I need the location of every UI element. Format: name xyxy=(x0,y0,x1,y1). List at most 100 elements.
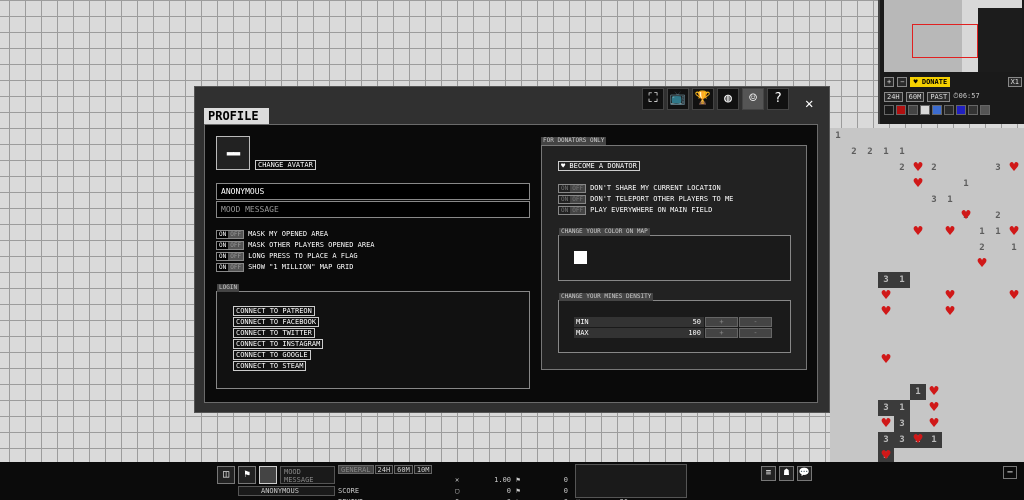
mode-tab[interactable]: GENERAL xyxy=(338,465,374,474)
login-link[interactable]: CONNECT TO TWITTER xyxy=(233,328,315,338)
flag-icon[interactable]: ♥ xyxy=(910,224,926,240)
flag-icon[interactable]: ♥ xyxy=(910,176,926,192)
cell-number[interactable]: 1 xyxy=(942,192,958,208)
cell-number[interactable]: 2 xyxy=(926,160,942,176)
trophy-icon[interactable]: 🏆 xyxy=(692,88,714,110)
density-max-minus-button[interactable]: - xyxy=(739,328,772,338)
player-color-swatch[interactable] xyxy=(884,105,894,115)
cell-number[interactable]: 3 xyxy=(894,432,910,448)
flag-icon[interactable]: ♥ xyxy=(1006,288,1022,304)
cell-number[interactable]: 3 xyxy=(926,192,942,208)
color-icon[interactable] xyxy=(259,466,277,484)
minimap-viewport[interactable] xyxy=(912,24,978,58)
zoom-out-button[interactable]: − xyxy=(897,77,908,87)
cell-number[interactable]: 1 xyxy=(878,144,894,160)
help-icon[interactable]: ? xyxy=(767,88,789,110)
stat-label: SCORE xyxy=(338,487,360,495)
zoom-in-button[interactable]: + xyxy=(884,77,895,87)
setting-0-toggle[interactable]: ON OFF xyxy=(216,229,245,239)
donor-setting-0-toggle[interactable]: ON OFF xyxy=(558,183,587,193)
cell-number[interactable]: 1 xyxy=(1006,240,1022,256)
donor-setting-1-toggle[interactable]: ON OFF xyxy=(558,194,587,204)
mode-tab[interactable]: 10M xyxy=(413,465,433,474)
flag-icon[interactable]: ♥ xyxy=(878,416,894,432)
filter-60m[interactable]: 60M xyxy=(905,92,925,102)
flag-icon[interactable]: ♥ xyxy=(878,352,894,368)
cell-number[interactable]: 2 xyxy=(894,160,910,176)
avatar[interactable]: ▬▬ xyxy=(216,136,250,170)
expand-icon[interactable]: ⛶ xyxy=(642,88,664,110)
cell-number[interactable]: 1 xyxy=(894,144,910,160)
cell-number[interactable]: 1 xyxy=(894,400,910,416)
flag-icon[interactable]: ♥ xyxy=(942,304,958,320)
cell-number[interactable]: 1 xyxy=(990,224,1006,240)
flag-icon[interactable]: ♥ xyxy=(974,256,990,272)
login-link[interactable]: CONNECT TO GOOGLE xyxy=(233,350,311,360)
flag-icon[interactable]: ⚑ xyxy=(238,466,256,484)
player-color-swatch[interactable] xyxy=(980,105,990,115)
setting-3-toggle[interactable]: ON OFF xyxy=(216,262,245,272)
flag-icon[interactable]: ♥ xyxy=(910,432,926,448)
minimap-filters: 24H 60M PAST ⏱06:57 xyxy=(884,92,1022,102)
player-color-swatch[interactable] xyxy=(908,105,918,115)
mood-message-field[interactable]: MOOD MESSAGE xyxy=(216,201,530,218)
flag-icon[interactable]: ♥ xyxy=(958,208,974,224)
menu-icon[interactable]: ≡ xyxy=(761,466,776,481)
become-donator-button[interactable]: ♥ BECOME A DONATOR xyxy=(558,161,640,171)
chat-icon[interactable]: 💬 xyxy=(797,466,812,481)
mode-tab[interactable]: 24H xyxy=(374,465,394,474)
player-color-swatch[interactable] xyxy=(920,105,930,115)
mode-tab[interactable]: 60M xyxy=(394,465,413,474)
setting-2-toggle[interactable]: ON OFF xyxy=(216,251,245,261)
flag-icon[interactable]: ♥ xyxy=(926,416,942,432)
name-box[interactable]: ANONYMOUS xyxy=(238,486,335,496)
change-avatar-button[interactable]: CHANGE AVATAR xyxy=(255,160,316,170)
timer: ⏱06:57 xyxy=(953,92,980,100)
player-icon[interactable]: ☗ xyxy=(779,466,794,481)
cell-number[interactable]: 3 xyxy=(990,160,1006,176)
cell-number[interactable]: 1 xyxy=(910,384,926,400)
player-color-swatch[interactable] xyxy=(968,105,978,115)
profile-icon[interactable]: ☺ xyxy=(742,88,764,110)
density-min-minus-button[interactable]: - xyxy=(739,317,772,327)
player-color-swatch[interactable] xyxy=(956,105,966,115)
filter-past[interactable]: PAST xyxy=(927,92,951,102)
cell-number[interactable]: 1 xyxy=(926,432,942,448)
login-link[interactable]: CONNECT TO INSTAGRAM xyxy=(233,339,324,349)
filter-24h[interactable]: 24H xyxy=(884,92,903,102)
close-icon[interactable]: ✕ xyxy=(805,96,813,112)
cell-number[interactable]: 1 xyxy=(974,224,990,240)
map-color-swatch[interactable] xyxy=(574,251,587,264)
player-color-swatch[interactable] xyxy=(944,105,954,115)
tv-icon[interactable]: 📺 xyxy=(667,88,689,110)
density-min-plus-button[interactable]: + xyxy=(705,317,738,327)
cell-number[interactable]: 2 xyxy=(846,144,862,160)
login-link[interactable]: CONNECT TO STEAM xyxy=(233,361,307,371)
flag-icon[interactable]: ♥ xyxy=(1006,160,1022,176)
donate-button[interactable]: ♥ DONATE xyxy=(910,77,951,87)
cell-number[interactable]: 1 xyxy=(830,128,846,144)
login-link[interactable]: CONNECT TO PATREON xyxy=(233,306,315,316)
player-color-swatch[interactable] xyxy=(896,105,906,115)
density-max-plus-button[interactable]: + xyxy=(705,328,738,338)
cell-number[interactable]: 1 xyxy=(894,272,910,288)
login-link[interactable]: CONNECT TO FACEBOOK xyxy=(233,317,320,327)
donor-setting-0: ON OFF DON'T SHARE MY CURRENT LOCATION xyxy=(558,183,721,193)
glasses-icon[interactable]: ◫ xyxy=(217,466,235,484)
cell-number[interactable]: 3 xyxy=(894,416,910,432)
player-color-swatch[interactable] xyxy=(932,105,942,115)
cell-number[interactable]: 2 xyxy=(862,144,878,160)
flag-icon[interactable]: ♥ xyxy=(1006,224,1022,240)
color-title: CHANGE YOUR COLOR ON MAP xyxy=(559,228,650,236)
setting-1-toggle[interactable]: ON OFF xyxy=(216,240,245,250)
donor-setting-2-toggle[interactable]: ON OFF xyxy=(558,205,587,215)
flag-icon[interactable]: ♥ xyxy=(942,224,958,240)
globe-icon[interactable]: ◍ xyxy=(717,88,739,110)
mood-box[interactable]: MOOD MESSAGE xyxy=(280,466,335,484)
cell-number[interactable]: 2 xyxy=(990,208,1006,224)
flag-icon[interactable]: ♥ xyxy=(878,304,894,320)
collapse-button[interactable]: − xyxy=(1003,466,1018,479)
name-field[interactable]: ANONYMOUS xyxy=(216,183,530,200)
cell-number[interactable]: 1 xyxy=(958,176,974,192)
multiplier-badge[interactable]: X1 xyxy=(1007,77,1022,87)
